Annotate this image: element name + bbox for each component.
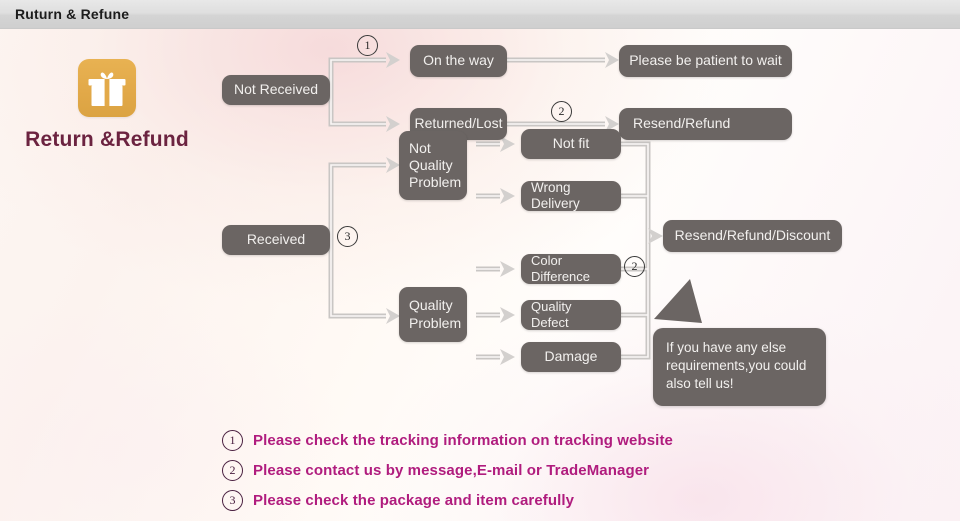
marker-1-top: 1 bbox=[357, 35, 378, 56]
node-label: Wrong Delivery bbox=[531, 179, 580, 211]
node-label: Received bbox=[246, 231, 306, 248]
node-label: Quality Problem bbox=[409, 297, 462, 331]
page-title: Ruturn & Refune bbox=[15, 6, 130, 22]
node-not-received[interactable]: Not Received bbox=[222, 75, 330, 105]
node-quality-problem[interactable]: Quality Problem bbox=[399, 287, 467, 342]
brand-label: Return &Refund bbox=[25, 128, 189, 151]
brand-block: Return &Refund bbox=[22, 59, 192, 152]
node-damage[interactable]: Damage bbox=[521, 342, 621, 372]
node-not-quality-problem[interactable]: Not Quality Problem bbox=[399, 131, 467, 200]
node-label: Resend/Refund bbox=[633, 115, 731, 132]
legend: 1 Please check the tracking information … bbox=[222, 429, 842, 519]
node-received[interactable]: Received bbox=[222, 225, 330, 255]
legend-text: Please check the package and item carefu… bbox=[253, 491, 575, 509]
marker-label: 3 bbox=[344, 229, 351, 243]
node-on-the-way[interactable]: On the way bbox=[410, 45, 507, 77]
legend-number-label: 3 bbox=[229, 492, 236, 507]
node-label: Quality Defect bbox=[531, 299, 572, 330]
node-label: On the way bbox=[423, 52, 494, 69]
marker-label: 2 bbox=[631, 259, 638, 273]
node-please-be-patient[interactable]: Please be patient to wait bbox=[619, 45, 792, 77]
legend-item: 2 Please contact us by message,E-mail or… bbox=[222, 459, 842, 481]
marker-label: 2 bbox=[558, 104, 565, 118]
node-label: Damage bbox=[544, 348, 598, 365]
node-label: Not Quality Problem bbox=[409, 139, 462, 191]
legend-number-label: 2 bbox=[229, 462, 236, 477]
marker-2-bottom: 2 bbox=[624, 256, 645, 277]
node-label: Please be patient to wait bbox=[629, 52, 782, 69]
node-label: Not Received bbox=[233, 81, 319, 98]
marker-label: 1 bbox=[364, 38, 371, 52]
gift-icon bbox=[78, 59, 136, 117]
marker-3-middle: 3 bbox=[337, 226, 358, 247]
node-resend-refund[interactable]: Resend/Refund bbox=[619, 108, 792, 140]
node-label: Not fit bbox=[552, 135, 590, 152]
legend-text: Please check the tracking information on… bbox=[253, 431, 673, 449]
legend-number: 1 bbox=[222, 429, 243, 451]
node-label: Returned/Lost bbox=[414, 115, 503, 132]
node-not-fit[interactable]: Not fit bbox=[521, 129, 621, 159]
legend-number: 3 bbox=[222, 489, 243, 511]
legend-number: 2 bbox=[222, 459, 243, 481]
legend-item: 3 Please check the package and item care… bbox=[222, 489, 842, 511]
legend-item: 1 Please check the tracking information … bbox=[222, 429, 842, 451]
page-root: Ruturn & Refune Return &Refund .ln{fill:… bbox=[0, 0, 960, 521]
legend-text: Please contact us by message,E-mail or T… bbox=[253, 461, 650, 479]
node-wrong-delivery[interactable]: Wrong Delivery bbox=[521, 179, 621, 211]
node-label: Resend/Refund/Discount bbox=[674, 227, 831, 244]
legend-number-label: 1 bbox=[229, 432, 236, 447]
info-bubble-text: If you have any else requirements,you co… bbox=[666, 340, 807, 392]
info-bubble: If you have any else requirements,you co… bbox=[653, 328, 826, 406]
node-resend-refund-discount[interactable]: Resend/Refund/Discount bbox=[663, 220, 842, 252]
titlebar: Ruturn & Refune bbox=[0, 0, 960, 29]
node-color-difference[interactable]: Color Difference bbox=[521, 253, 621, 284]
node-quality-defect[interactable]: Quality Defect bbox=[521, 299, 621, 330]
marker-2-top: 2 bbox=[551, 101, 572, 122]
node-label: Color Difference bbox=[531, 253, 591, 284]
diagram-canvas: Return &Refund .ln{fill:none;stroke:#c9c… bbox=[0, 29, 960, 521]
